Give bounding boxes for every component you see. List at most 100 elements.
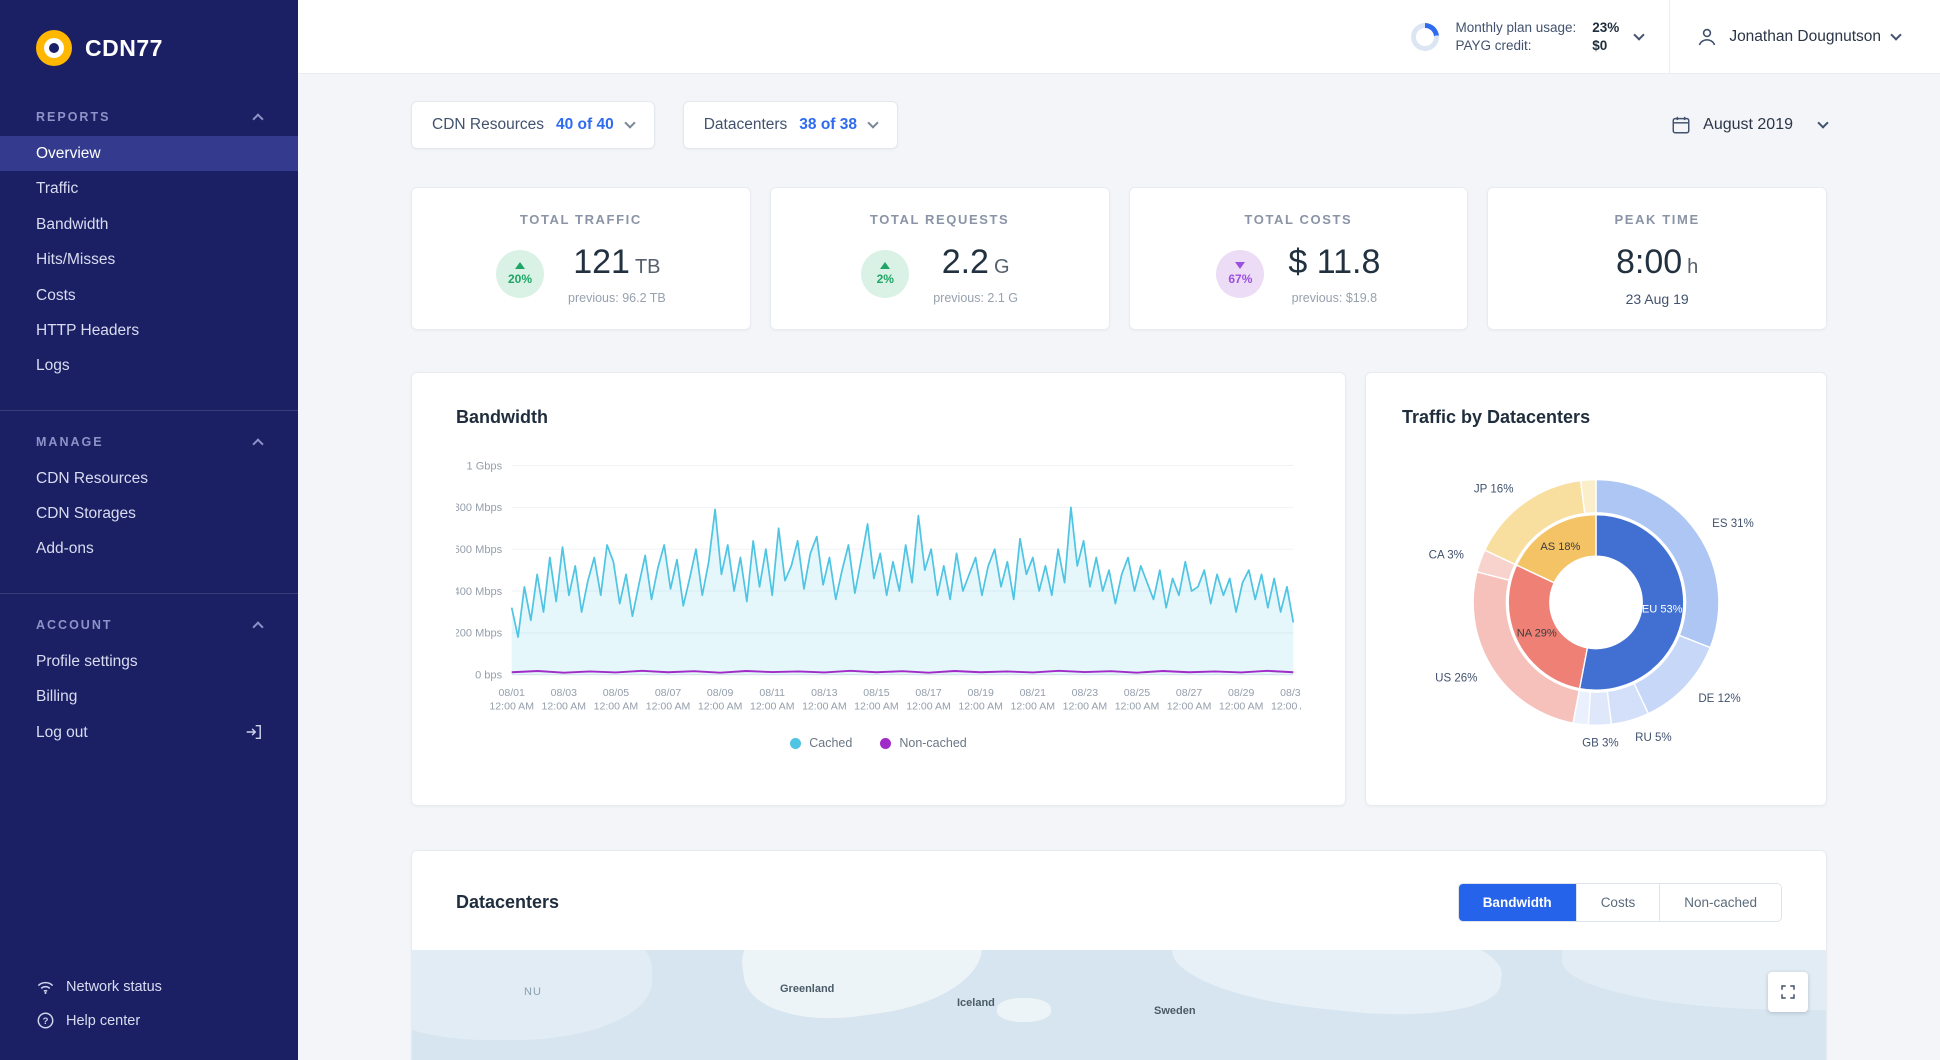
delta-value: 2% <box>877 272 894 286</box>
datacenters-map[interactable]: NU Greenland Iceland Sweden <box>412 950 1826 1060</box>
svg-text:GB 3%: GB 3% <box>1582 737 1619 749</box>
user-menu[interactable]: Jonathan Dougnutson <box>1696 26 1900 48</box>
stat-title: TOTAL COSTS <box>1148 212 1450 227</box>
non-cached-dot-icon <box>880 738 891 749</box>
cdn-resources-filter[interactable]: CDN Resources 40 of 40 <box>411 101 655 149</box>
sidebar-item-add-ons[interactable]: Add-ons <box>0 531 298 566</box>
map-fullscreen-button[interactable] <box>1768 972 1808 1012</box>
calendar-icon <box>1671 115 1691 135</box>
sidebar-item-bandwidth[interactable]: Bandwidth <box>0 207 298 242</box>
map-landmass <box>1168 950 1506 1027</box>
svg-text:08/2312:00 AM: 08/2312:00 AM <box>1063 687 1108 712</box>
svg-text:EU 53%: EU 53% <box>1642 603 1683 615</box>
plan-usage-label: Monthly plan usage: <box>1455 20 1576 35</box>
stat-previous: previous: $19.8 <box>1288 291 1380 305</box>
sidebar-divider <box>0 410 298 411</box>
cdn77-logo-icon <box>36 30 72 66</box>
svg-text:08/2712:00 AM: 08/2712:00 AM <box>1167 687 1212 712</box>
brand-logo[interactable]: CDN77 <box>0 0 298 80</box>
delta-up-badge: 20% <box>496 250 544 298</box>
sidebar-item-http-headers[interactable]: HTTP Headers <box>0 313 298 348</box>
plan-usage-widget[interactable]: Monthly plan usage: 23% PAYG credit: $0 <box>1411 20 1643 53</box>
section-label: REPORTS <box>36 110 110 124</box>
sidebar-item-overview[interactable]: Overview <box>0 136 298 171</box>
stat-card-peak-time: PEAK TIME 8:00h 23 Aug 19 <box>1487 187 1827 330</box>
svg-text:CA 3%: CA 3% <box>1429 550 1464 562</box>
traffic-by-datacenters-card: Traffic by Datacenters ES 31%DE 12%RU 5%… <box>1365 372 1827 806</box>
map-label-greenland: Greenland <box>780 983 834 995</box>
stats-row: TOTAL TRAFFIC 20% 121TB previous: 96.2 T… <box>411 187 1827 330</box>
datacenters-title: Datacenters <box>456 892 559 913</box>
sidebar-item-hits-misses[interactable]: Hits/Misses <box>0 242 298 277</box>
sidebar-section-account[interactable]: ACCOUNT <box>0 618 298 632</box>
sidebar-item-traffic[interactable]: Traffic <box>0 171 298 206</box>
tab-non-cached[interactable]: Non-cached <box>1659 884 1781 921</box>
network-status-link[interactable]: Network status <box>36 977 262 996</box>
sidebar-section-manage[interactable]: MANAGE <box>0 435 298 449</box>
main-column: Monthly plan usage: 23% PAYG credit: $0 … <box>298 0 1940 1060</box>
chevron-down-icon <box>1817 117 1828 128</box>
svg-text:08/1112:00 AM: 08/1112:00 AM <box>750 687 795 712</box>
chevron-up-icon <box>252 113 263 124</box>
sidebar-section-reports[interactable]: REPORTS <box>0 110 298 124</box>
chart-legend: Cached Non-cached <box>456 736 1301 750</box>
svg-text:08/3112:00 AM: 08/3112:00 AM <box>1271 687 1301 712</box>
svg-text:JP 16%: JP 16% <box>1474 484 1514 496</box>
svg-text:400 Mbps: 400 Mbps <box>456 586 503 598</box>
svg-text:08/1712:00 AM: 08/1712:00 AM <box>906 687 951 712</box>
chevron-down-icon <box>867 117 878 128</box>
chevron-up-icon <box>252 621 263 632</box>
stat-previous: previous: 96.2 TB <box>568 291 666 305</box>
map-landmass <box>997 998 1051 1022</box>
sidebar-item-profile-settings[interactable]: Profile settings <box>0 644 298 679</box>
map-label-nu: NU <box>524 986 542 998</box>
sidebar-item-cdn-resources[interactable]: CDN Resources <box>0 461 298 496</box>
sidebar-item-billing[interactable]: Billing <box>0 679 298 714</box>
arrow-up-icon <box>880 262 890 269</box>
svg-text:ES 31%: ES 31% <box>1712 518 1754 530</box>
bandwidth-chart: 1 Gbps800 Mbps600 Mbps400 Mbps200 Mbps0 … <box>456 452 1301 732</box>
date-range-picker[interactable]: August 2019 <box>1671 115 1827 135</box>
sidebar-item-costs[interactable]: Costs <box>0 278 298 313</box>
map-label-sweden: Sweden <box>1154 1005 1196 1017</box>
arrow-up-icon <box>515 262 525 269</box>
sidebar-item-log-out[interactable]: Log out <box>0 715 298 750</box>
sidebar-item-logs[interactable]: Logs <box>0 348 298 383</box>
datacenters-filter[interactable]: Datacenters 38 of 38 <box>683 101 898 149</box>
datacenters-filter-label: Datacenters <box>704 116 788 134</box>
svg-text:200 Mbps: 200 Mbps <box>456 628 503 640</box>
svg-text:08/0912:00 AM: 08/0912:00 AM <box>698 687 743 712</box>
payg-credit-value: $0 <box>1592 38 1619 53</box>
svg-text:08/0512:00 AM: 08/0512:00 AM <box>594 687 639 712</box>
stat-value: 121TB <box>568 243 666 282</box>
svg-text:08/1912:00 AM: 08/1912:00 AM <box>958 687 1003 712</box>
stat-card-total-costs: TOTAL COSTS 67% $ 11.8 previous: $19.8 <box>1129 187 1469 330</box>
traffic-donut-title: Traffic by Datacenters <box>1402 407 1790 428</box>
svg-text:600 Mbps: 600 Mbps <box>456 544 503 556</box>
plan-usage-rows: Monthly plan usage: 23% PAYG credit: $0 <box>1455 20 1619 53</box>
svg-text:08/2112:00 AM: 08/2112:00 AM <box>1010 687 1055 712</box>
cdn-resources-filter-label: CDN Resources <box>432 116 544 134</box>
brand-name: CDN77 <box>85 35 163 62</box>
stat-value: 8:00h <box>1616 243 1698 282</box>
manage-nav: CDN Resources CDN Storages Add-ons <box>0 461 298 567</box>
stat-value: 2.2G <box>933 243 1018 282</box>
tab-bandwidth[interactable]: Bandwidth <box>1459 884 1576 921</box>
svg-text:DE 12%: DE 12% <box>1698 693 1740 705</box>
reports-nav: Overview Traffic Bandwidth Hits/Misses C… <box>0 136 298 384</box>
sidebar-footer: Network status ? Help center <box>0 977 298 1060</box>
help-center-link[interactable]: ? Help center <box>36 1011 262 1030</box>
delta-value: 20% <box>508 272 532 286</box>
sidebar: CDN77 REPORTS Overview Traffic Bandwidth… <box>0 0 298 1060</box>
datacenters-filter-value: 38 of 38 <box>799 116 857 134</box>
plan-progress-icon <box>1411 23 1439 51</box>
legend-item-non-cached: Non-cached <box>880 736 966 750</box>
sidebar-divider <box>0 593 298 594</box>
map-label-iceland: Iceland <box>957 997 995 1009</box>
user-name: Jonathan Dougnutson <box>1729 28 1881 46</box>
cdn-resources-filter-value: 40 of 40 <box>556 116 614 134</box>
tab-costs[interactable]: Costs <box>1576 884 1660 921</box>
top-header: Monthly plan usage: 23% PAYG credit: $0 … <box>298 0 1940 74</box>
sidebar-item-cdn-storages[interactable]: CDN Storages <box>0 496 298 531</box>
main-content: CDN Resources 40 of 40 Datacenters 38 of… <box>298 74 1940 1060</box>
